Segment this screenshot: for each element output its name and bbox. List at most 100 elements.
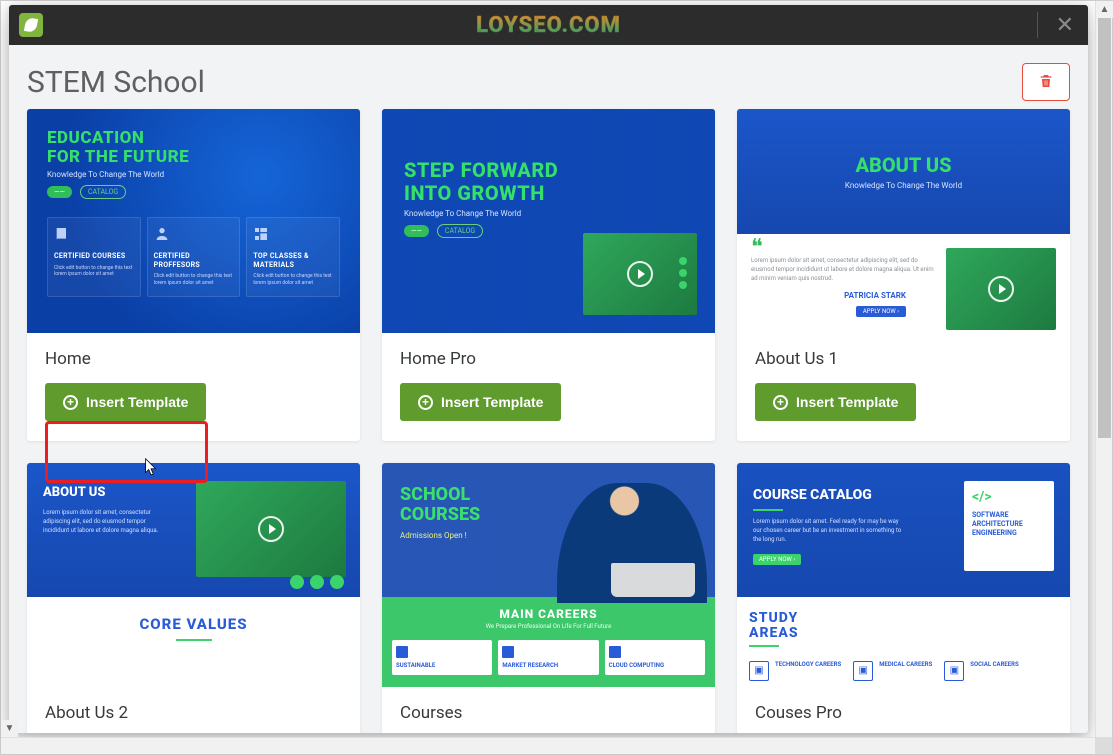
card-body: Couses Pro (737, 687, 1070, 733)
card-body: Courses (382, 687, 715, 733)
study-chip: ▣TECHNOLOGY CAREERS (749, 661, 841, 681)
briefcase-icon: ▣ (944, 661, 964, 681)
pill: CATALOG (80, 185, 126, 199)
pill: —— (404, 225, 429, 237)
briefcase-icon: ▣ (853, 661, 873, 681)
template-grid: EDUCATIONFOR THE FUTURE Knowledge To Cha… (27, 109, 1070, 733)
thumb-desc: Lorem ipsum dolor sit amet, consectetur … (43, 508, 163, 535)
template-card-about-us-1: ABOUT US Knowledge To Change The World ❝… (737, 109, 1070, 441)
template-thumbnail[interactable]: STEP FORWARDINTO GROWTH Knowledge To Cha… (382, 109, 715, 333)
card-title: About Us 2 (45, 703, 342, 723)
pill: CATALOG (437, 224, 483, 238)
social-icon (310, 575, 324, 589)
layers-icon (253, 226, 269, 242)
apply-button: APPLY NOW › (753, 554, 801, 565)
tile-icon (396, 646, 408, 658)
book-icon (54, 226, 70, 242)
career-tile: SUSTAINABLE (392, 640, 492, 675)
main-careers-title: MAIN CAREERS (392, 607, 705, 621)
social-icons (290, 575, 344, 589)
vertical-scrollbar[interactable]: ▲ (1095, 1, 1112, 737)
insert-label: Insert Template (796, 394, 898, 410)
quote-author: PATRICIA STARK (751, 291, 936, 300)
template-thumbnail[interactable]: COURSE CATALOG Lorem ipsum dolor sit ame… (737, 463, 1070, 687)
thumb-headline: ABOUT US (845, 153, 962, 177)
indicator-dots (679, 257, 687, 289)
plus-circle-icon: + (773, 395, 788, 410)
page-title: STEM School (27, 65, 205, 100)
template-library-modal: LOYSEO.COM ✕ STEM School (9, 5, 1088, 733)
plus-circle-icon: + (418, 395, 433, 410)
card-title: Couses Pro (755, 703, 1052, 723)
underline (176, 639, 212, 641)
briefcase-icon: ▣ (749, 661, 769, 681)
thumb-desc: Lorem ipsum dolor sit amet. Feel ready f… (753, 517, 903, 544)
card-title: Courses (400, 703, 697, 723)
modal-body: STEM School EDUCATIONFOR THE FUTURE Know… (9, 45, 1088, 733)
delete-button[interactable] (1022, 63, 1070, 101)
thumb-subtitle: Knowledge To Change The World (47, 170, 340, 179)
template-thumbnail[interactable]: ABOUT US Lorem ipsum dolor sit amet, con… (27, 463, 360, 687)
template-thumbnail[interactable]: EDUCATIONFOR THE FUTURE Knowledge To Cha… (27, 109, 360, 333)
watermark-text: LOYSEO.COM (476, 13, 621, 38)
main-careers-sub: We Prepare Professional On Life For Full… (392, 623, 705, 630)
plus-circle-icon: + (63, 395, 78, 410)
thumb-headline: EDUCATIONFOR THE FUTURE (47, 129, 340, 166)
close-button[interactable]: ✕ (1052, 13, 1078, 38)
scroll-thumb[interactable] (1098, 18, 1111, 438)
code-icon: </> (972, 489, 1046, 505)
trash-icon (1038, 73, 1054, 92)
study-chip: ▣MEDICAL CAREERS (853, 661, 932, 681)
template-card-courses: SCHOOLCOURSES Admissions Open ! MAIN CAR… (382, 463, 715, 733)
viewport: LOYSEO.COM ✕ STEM School (0, 0, 1113, 755)
leaf-icon (24, 17, 38, 33)
tile-icon (609, 646, 621, 658)
apply-button: APPLY NOW › (856, 306, 906, 317)
thumb-subtitle: Knowledge To Change The World (404, 209, 693, 218)
thumb-headline: STEP FORWARDINTO GROWTH (404, 159, 693, 205)
study-areas-title: STUDYAREAS (749, 611, 1058, 640)
career-tiles: SUSTAINABLE MARKET RESEARCH CLOUD COMPUT… (392, 640, 705, 675)
career-tile: MARKET RESEARCH (498, 640, 598, 675)
feature-card-title: SOFTWARE ARCHITECTURE ENGINEERING (972, 511, 1046, 538)
insert-label: Insert Template (86, 394, 188, 410)
template-thumbnail[interactable]: ABOUT US Knowledge To Change The World ❝… (737, 109, 1070, 333)
card-title: About Us 1 (755, 349, 1052, 369)
header-divider (1037, 12, 1038, 38)
video-preview (946, 248, 1056, 330)
template-thumbnail[interactable]: SCHOOLCOURSES Admissions Open ! MAIN CAR… (382, 463, 715, 687)
play-icon (988, 276, 1014, 302)
template-card-about-us-2: ABOUT US Lorem ipsum dolor sit amet, con… (27, 463, 360, 733)
underline (753, 509, 783, 511)
card-body: Home + Insert Template (27, 333, 360, 441)
feature-box: CERTIFIED PROFFESORS Click edit button t… (147, 217, 241, 297)
insert-template-button[interactable]: + Insert Template (45, 383, 206, 421)
card-body: About Us 2 (27, 687, 360, 733)
insert-template-button[interactable]: + Insert Template (400, 383, 561, 421)
social-icon (290, 575, 304, 589)
insert-label: Insert Template (441, 394, 543, 410)
tile-icon (502, 646, 514, 658)
scroll-up-arrow-icon[interactable]: ▲ (1096, 1, 1113, 18)
card-body: About Us 1 + Insert Template (737, 333, 1070, 441)
feature-card: </> SOFTWARE ARCHITECTURE ENGINEERING (964, 481, 1054, 571)
scroll-down-arrow-icon[interactable]: ▼ (1, 720, 18, 737)
person-icon (154, 226, 170, 242)
insert-template-button[interactable]: + Insert Template (755, 383, 916, 421)
scroll-corner (1095, 737, 1112, 754)
card-body: Home Pro + Insert Template (382, 333, 715, 441)
study-chips: ▣TECHNOLOGY CAREERS ▣MEDICAL CAREERS ▣SO… (749, 661, 1058, 681)
career-tile: CLOUD COMPUTING (605, 640, 705, 675)
play-icon (627, 261, 653, 287)
template-card-home-pro: STEP FORWARDINTO GROWTH Knowledge To Cha… (382, 109, 715, 441)
laptop-graphic (611, 563, 695, 597)
card-title: Home Pro (400, 349, 697, 369)
quote-text: Lorem ipsum dolor sit amet, consectetur … (751, 256, 936, 283)
social-icon (330, 575, 344, 589)
feature-box: CERTIFIED COURSES Click edit button to c… (47, 217, 141, 297)
play-icon (258, 516, 284, 542)
feature-box: TOP CLASSES & MATERIALS Click edit butto… (246, 217, 340, 297)
template-card-home: EDUCATIONFOR THE FUTURE Knowledge To Cha… (27, 109, 360, 441)
close-icon: ✕ (1056, 13, 1074, 38)
horizontal-scrollbar[interactable] (1, 737, 1095, 754)
